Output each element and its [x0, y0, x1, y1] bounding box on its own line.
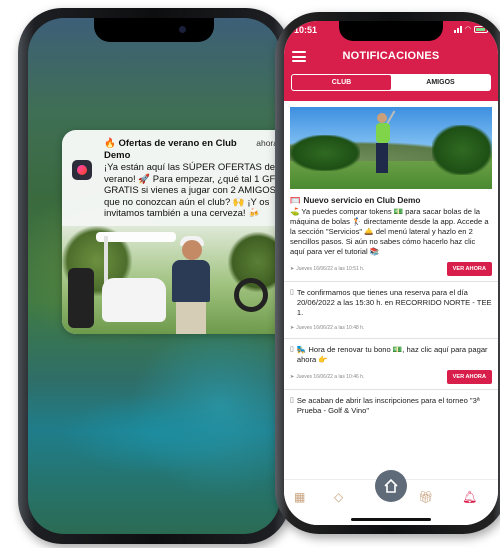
push-notification[interactable]: 🔥 Ofertas de verano en Club Demo ahora ¡… [62, 130, 280, 334]
feed-card[interactable]: ▯ Te confirmamos que tienes una reserva … [290, 288, 492, 333]
card-timestamp: Jueves 16/06/22 a las 10:48 h. [296, 325, 365, 331]
send-icon: ➤ [290, 266, 295, 272]
card-timestamp: Jueves 16/06/22 a las 10:46 h. [296, 374, 365, 380]
golf-cart [102, 277, 166, 322]
message-icon: ▯ [290, 397, 294, 404]
tab-bar: CLUB AMIGOS [291, 74, 491, 91]
wifi-icon: ◠ [464, 26, 471, 33]
send-icon: ➤ [290, 374, 295, 380]
bell-icon[interactable]: 🔔︎ [462, 490, 477, 504]
home-indicator [351, 518, 431, 521]
club-app-icon [72, 160, 92, 180]
phone-notch [94, 18, 214, 42]
cart-steering-wheel [234, 277, 268, 312]
app-phone: 10:51 ◠ NOTIFICACIONES CLUB AMIGOS 🥅 Nue… [275, 12, 500, 534]
card-timestamp: Jueves 16/06/22 a las 10:51 h. [296, 266, 365, 272]
send-icon: ➤ [290, 325, 295, 331]
status-time: 10:51 [294, 25, 318, 35]
golfer-figure [376, 123, 390, 143]
notification-title: Ofertas de verano en Club Demo [104, 138, 237, 161]
ver-ahora-button[interactable]: VER AHORA [446, 370, 492, 384]
feed-card: ▯ 🛼 Hora de renovar tu bono 💵, haz clic … [290, 345, 492, 384]
status-icons: ◠ [453, 25, 488, 33]
ver-ahora-button[interactable]: VER AHORA [446, 262, 492, 276]
app-screen: 10:51 ◠ NOTIFICACIONES CLUB AMIGOS 🥅 Nue… [284, 21, 498, 525]
bottom-nav: ▦ ◇ 🎁︎ 🔔︎ [284, 470, 498, 525]
divider [284, 338, 498, 339]
golfer-figure [172, 259, 210, 302]
divider [284, 281, 498, 282]
home-icon[interactable] [375, 470, 407, 502]
tab-amigos[interactable]: AMIGOS [391, 75, 490, 90]
feed-card: 🥅 Nuevo servicio en Club Demo ⛳ Ya puede… [290, 195, 492, 276]
ticket-icon[interactable]: ◇ [334, 490, 343, 504]
gift-icon[interactable]: 🎁︎ [418, 490, 433, 504]
app-header: 10:51 ◠ NOTIFICACIONES CLUB AMIGOS [284, 21, 498, 101]
notification-title-emoji: 🔥 [104, 138, 116, 149]
notification-feed: 🥅 Nuevo servicio en Club Demo ⛳ Ya puede… [284, 101, 498, 479]
card-body: Se acaban de abrir las inscripciones par… [296, 396, 480, 415]
divider [284, 389, 498, 390]
feed-card[interactable]: ▯ Se acaban de abrir las inscripciones p… [290, 396, 492, 416]
golf-bag [68, 267, 94, 328]
tab-club[interactable]: CLUB [292, 75, 391, 90]
card-title-emoji: 🥅 [290, 195, 301, 205]
battery-icon [474, 25, 488, 33]
lock-screen: 🔥 Ofertas de verano en Club Demo ahora ¡… [28, 18, 280, 534]
message-icon: ▯ [290, 289, 294, 296]
signal-icon [453, 25, 462, 33]
notification-image [62, 225, 280, 334]
phone-notch [339, 21, 443, 41]
page-title: NOTIFICACIONES [342, 50, 440, 62]
card-body: Te confirmamos que tienes una reserva pa… [296, 288, 492, 317]
card-title: Nuevo servicio en Club Demo [303, 195, 421, 205]
card-body: 🛼 Hora de renovar tu bono 💵, haz clic aq… [296, 345, 488, 364]
lock-screen-phone: 🔥 Ofertas de verano en Club Demo ahora ¡… [18, 8, 290, 544]
calendar-icon[interactable]: ▦ [294, 490, 305, 504]
notification-body: ¡Ya están aquí las SÚPER OFERTAS de vera… [104, 162, 276, 219]
message-icon: ▯ [290, 346, 294, 353]
card-body: ⛳ Ya puedes comprar tokens 💵 para sacar … [290, 207, 489, 256]
feed-card-image [290, 107, 492, 189]
